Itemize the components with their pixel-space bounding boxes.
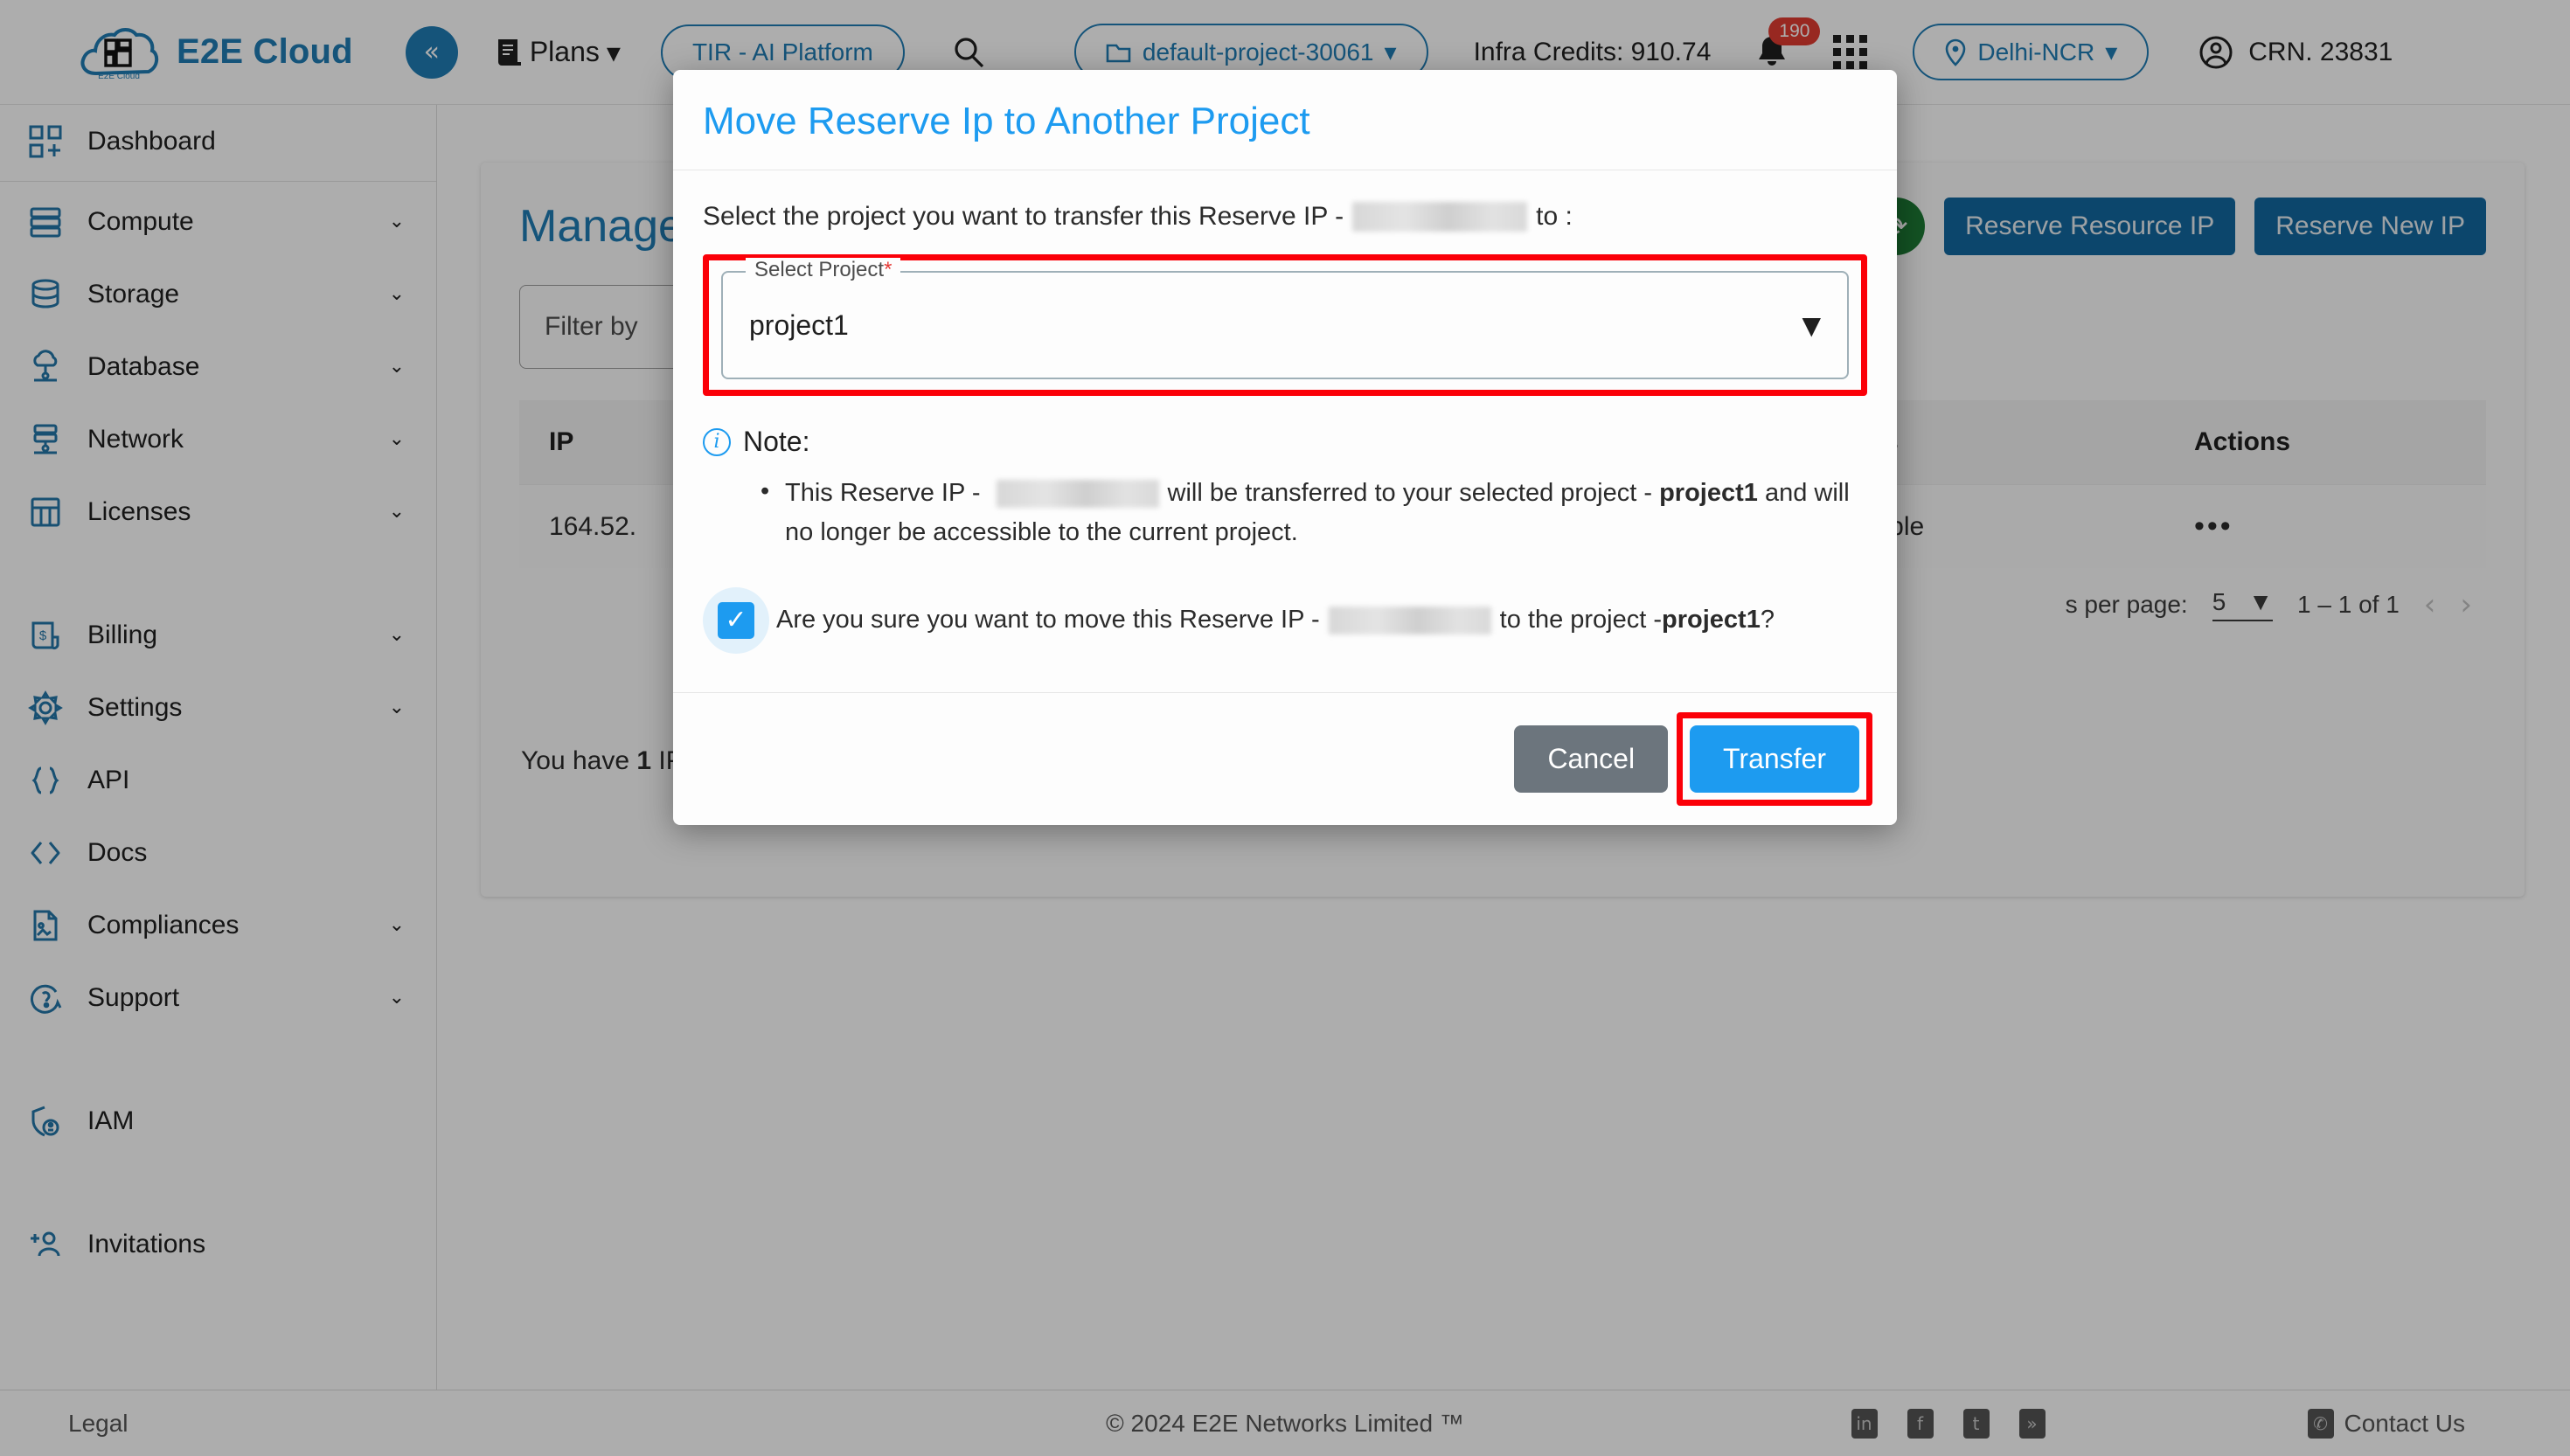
note-heading: i Note: xyxy=(703,426,1867,458)
note-item: This Reserve IP - will be transferred to… xyxy=(761,472,1867,552)
chevron-down-icon: ▼ xyxy=(1802,310,1821,340)
note-mid: will be transferred to your selected pro… xyxy=(1167,479,1660,507)
transfer-button[interactable]: Transfer xyxy=(1690,725,1859,793)
confirm-prefix: Are you sure you want to move this Reser… xyxy=(776,606,1320,634)
redacted-ip xyxy=(996,480,1159,509)
confirm-suffix: ? xyxy=(1760,606,1775,634)
intro-suffix: to : xyxy=(1536,202,1573,231)
checkmark-icon: ✓ xyxy=(718,601,754,639)
select-project-highlight: Select Project* project1 ▼ xyxy=(703,254,1867,396)
note-list: This Reserve IP - will be transferred to… xyxy=(761,472,1867,552)
confirm-project: project1 xyxy=(1662,606,1761,634)
info-icon: i xyxy=(703,427,731,456)
move-reserve-ip-dialog: Move Reserve Ip to Another Project Selec… xyxy=(673,70,1897,825)
dialog-header: Move Reserve Ip to Another Project xyxy=(673,70,1897,170)
intro-prefix: Select the project you want to transfer … xyxy=(703,202,1344,231)
confirm-label: Are you sure you want to move this Reser… xyxy=(776,606,1775,634)
note-heading-label: Note: xyxy=(743,426,810,457)
selected-project-value: project1 xyxy=(749,309,849,341)
dialog-intro-text: Select the project you want to transfer … xyxy=(703,202,1867,232)
confirm-row: ✓ Are you sure you want to move this Res… xyxy=(703,586,1867,654)
redacted-ip xyxy=(1328,606,1491,634)
select-project-legend: Select Project* xyxy=(746,258,901,282)
redacted-ip xyxy=(1352,202,1528,232)
select-legend-text: Select Project xyxy=(754,258,885,281)
confirm-mid: to the project - xyxy=(1499,606,1663,634)
dialog-footer: Cancel Transfer xyxy=(673,691,1897,825)
required-marker: * xyxy=(884,258,893,281)
cancel-button[interactable]: Cancel xyxy=(1514,725,1669,793)
select-project-dropdown[interactable]: Select Project* project1 ▼ xyxy=(721,258,1849,379)
note-project: project1 xyxy=(1659,479,1758,507)
transfer-button-highlight: Transfer xyxy=(1677,711,1872,806)
dialog-body: Select the project you want to transfer … xyxy=(673,170,1897,662)
dialog-title: Move Reserve Ip to Another Project xyxy=(703,100,1310,142)
note-prefix: This Reserve IP - xyxy=(785,479,988,507)
page-root: E2E Cloud E2E Cloud « Plans ▾ TIR - AI P… xyxy=(0,0,2570,1456)
confirm-checkbox[interactable]: ✓ xyxy=(703,586,769,654)
